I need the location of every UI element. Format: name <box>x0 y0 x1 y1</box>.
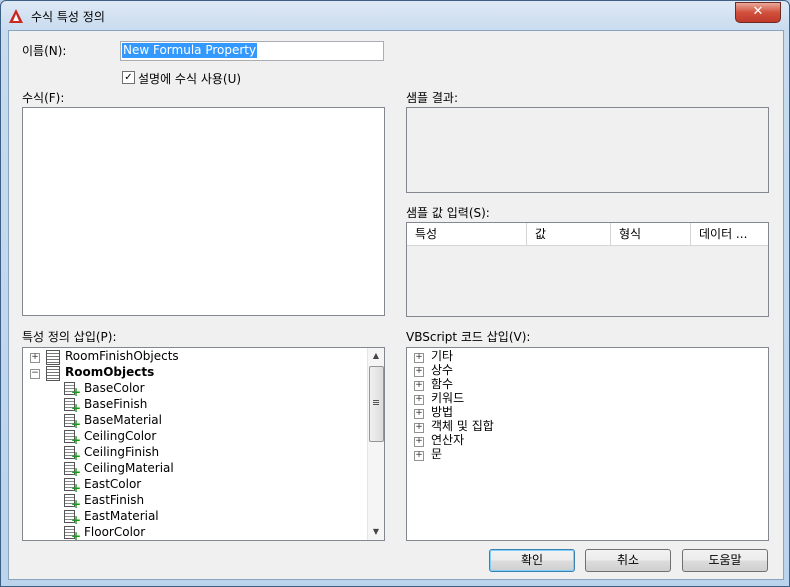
property-icon: + <box>64 446 81 462</box>
tree-item[interactable]: FloorColor <box>84 524 145 540</box>
tree-item[interactable]: BaseFinish <box>84 396 147 412</box>
expand-icon[interactable]: + <box>414 409 424 419</box>
close-button[interactable]: ✕ <box>735 2 781 23</box>
tree-item[interactable]: BaseMaterial <box>84 412 162 428</box>
property-tree-label: 특성 정의 삽입(P): <box>22 330 117 344</box>
property-set-icon <box>46 350 60 365</box>
vertical-scrollbar[interactable]: ▲ ▼ <box>367 348 384 540</box>
property-icon: + <box>64 494 81 510</box>
expand-icon[interactable]: + <box>414 451 424 461</box>
window-title: 수식 특성 정의 <box>31 10 105 24</box>
vbscript-tree-label: VBScript 코드 삽입(V): <box>406 330 531 344</box>
grid-column-header[interactable]: 형식 <box>611 223 691 245</box>
sample-result-label: 샘플 결과: <box>406 91 459 105</box>
property-icon: + <box>64 414 81 430</box>
use-formula-label[interactable]: 설명에 수식 사용(U) <box>138 70 241 87</box>
scroll-down-arrow-icon[interactable]: ▼ <box>368 524 384 540</box>
dialog-body: 이름(N): New Formula Property ✓ 설명에 수식 사용(… <box>8 30 784 580</box>
tree-item-roomobjects[interactable]: RoomObjects <box>65 364 154 380</box>
property-icon: + <box>64 478 81 494</box>
expand-icon[interactable]: + <box>414 381 424 391</box>
tree-item[interactable]: BaseColor <box>84 380 145 396</box>
tree-item[interactable]: CeilingFinish <box>84 444 159 460</box>
expand-icon[interactable]: + <box>414 353 424 363</box>
scroll-up-arrow-icon[interactable]: ▲ <box>368 348 384 364</box>
formula-textarea[interactable] <box>22 107 385 316</box>
vbscript-code-tree[interactable]: + 기타 + 상수 + 함수 + 키워드 + 방법 + 객체 및 집합 + 연산… <box>406 347 769 541</box>
collapse-icon[interactable]: − <box>30 369 40 379</box>
help-button[interactable]: 도움말 <box>682 549 768 572</box>
grid-header: 특성 값 형식 데이터 ... <box>407 223 768 246</box>
sample-input-label: 샘플 값 입력(S): <box>406 206 490 220</box>
expand-icon[interactable]: + <box>414 437 424 447</box>
scroll-thumb[interactable] <box>369 366 384 442</box>
sample-result-box <box>406 107 769 193</box>
cancel-button[interactable]: 취소 <box>585 549 671 572</box>
autocad-app-icon <box>9 9 23 23</box>
property-definition-tree[interactable]: + RoomFinishObjects − RoomObjects + Base… <box>22 347 385 541</box>
name-label: 이름(N): <box>22 44 67 58</box>
ok-button[interactable]: 확인 <box>489 549 575 572</box>
name-input-value: New Formula Property <box>122 43 258 58</box>
grid-column-header[interactable]: 특성 <box>407 223 527 245</box>
grid-column-header[interactable]: 값 <box>527 223 611 245</box>
vbscript-item[interactable]: 문 <box>431 446 442 462</box>
property-icon: + <box>64 462 81 478</box>
formula-property-dialog: 수식 특성 정의 ✕ 이름(N): New Formula Property ✓… <box>0 0 790 587</box>
tree-item-roomfinishobjects[interactable]: RoomFinishObjects <box>65 348 179 364</box>
tree-item[interactable]: EastMaterial <box>84 508 159 524</box>
tree-item[interactable]: CeilingColor <box>84 428 156 444</box>
formula-label: 수식(F): <box>22 91 65 105</box>
grid-column-header[interactable]: 데이터 ... <box>691 223 768 245</box>
property-icon: + <box>64 510 81 526</box>
tree-item[interactable]: CeilingMaterial <box>84 460 174 476</box>
name-input[interactable]: New Formula Property <box>120 41 384 61</box>
property-set-icon <box>46 366 60 381</box>
expand-icon[interactable]: + <box>30 353 40 363</box>
property-icon: + <box>64 430 81 446</box>
use-formula-checkbox[interactable]: ✓ <box>122 71 135 84</box>
expand-icon[interactable]: + <box>414 367 424 377</box>
title-bar[interactable]: 수식 특성 정의 ✕ <box>1 1 789 31</box>
property-icon: + <box>64 382 81 398</box>
sample-values-grid[interactable]: 특성 값 형식 데이터 ... <box>406 222 769 317</box>
tree-item[interactable]: EastFinish <box>84 492 144 508</box>
property-icon: + <box>64 398 81 414</box>
tree-item[interactable]: EastColor <box>84 476 141 492</box>
property-icon: + <box>64 526 81 540</box>
expand-icon[interactable]: + <box>414 395 424 405</box>
expand-icon[interactable]: + <box>414 423 424 433</box>
